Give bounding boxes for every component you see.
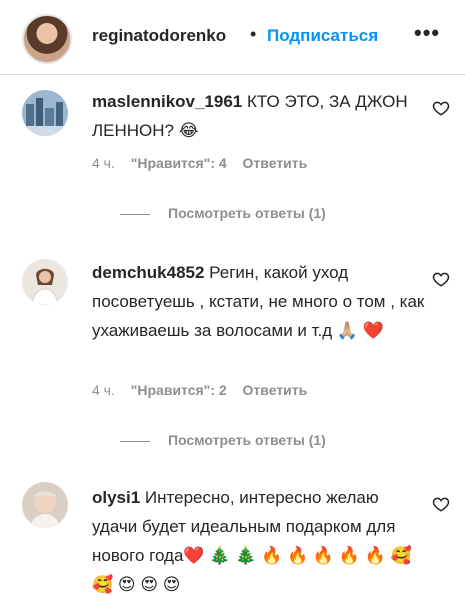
comment-item: demchuk4852 Регин, какой уход посоветуеш… xyxy=(0,255,465,455)
author-username[interactable]: reginatodorenko xyxy=(92,26,226,46)
post-header: reginatodorenko • Подписаться ••• xyxy=(0,0,465,75)
comment-likes[interactable]: "Нравится": 4 xyxy=(131,155,227,171)
like-heart-icon[interactable] xyxy=(432,270,450,288)
comment-username[interactable]: maslennikov_1961 xyxy=(92,92,242,111)
view-replies-button[interactable]: Посмотреть ответы (1) xyxy=(120,432,326,448)
comment-text: maslennikov_1961 КТО ЭТО, ЗА ДЖОН ЛЕННОН… xyxy=(92,87,422,145)
city-photo-icon xyxy=(22,90,68,136)
like-heart-icon[interactable] xyxy=(432,99,450,117)
header-separator: • xyxy=(250,24,257,44)
author-avatar[interactable] xyxy=(22,14,72,64)
like-heart-icon[interactable] xyxy=(432,495,450,513)
commenter-avatar[interactable] xyxy=(22,482,68,528)
follow-button[interactable]: Подписаться xyxy=(267,26,378,46)
comment-text: olysi1 Интересно, интересно желаю удачи … xyxy=(92,483,412,599)
person-photo-icon xyxy=(22,259,68,305)
comment-time: 4 ч. xyxy=(92,155,115,171)
comment-username[interactable]: demchuk4852 xyxy=(92,263,204,282)
comment-item: maslennikov_1961 КТО ЭТО, ЗА ДЖОН ЛЕННОН… xyxy=(0,82,465,232)
baby-photo-icon xyxy=(22,482,68,528)
reply-button[interactable]: Ответить xyxy=(243,155,308,171)
commenter-avatar[interactable] xyxy=(22,90,68,136)
more-options-icon[interactable]: ••• xyxy=(414,20,440,46)
reply-button[interactable]: Ответить xyxy=(243,382,308,398)
comment-likes[interactable]: "Нравится": 2 xyxy=(131,382,227,398)
comment-message: Интересно, интересно желаю удачи будет и… xyxy=(92,488,412,594)
view-replies-label: Посмотреть ответы (1) xyxy=(168,205,326,221)
commenter-avatar[interactable] xyxy=(22,259,68,305)
comment-meta: 4 ч. "Нравится": 4 Ответить xyxy=(92,155,319,171)
comment-meta: 4 ч. "Нравится": 2 Ответить xyxy=(92,382,319,398)
comment-text: demchuk4852 Регин, какой уход посоветуеш… xyxy=(92,258,427,345)
comment-time: 4 ч. xyxy=(92,382,115,398)
view-replies-button[interactable]: Посмотреть ответы (1) xyxy=(120,205,326,221)
comment-item: olysi1 Интересно, интересно желаю удачи … xyxy=(0,480,465,600)
replies-divider xyxy=(120,213,150,215)
replies-divider xyxy=(120,440,150,442)
comment-username[interactable]: olysi1 xyxy=(92,488,140,507)
view-replies-label: Посмотреть ответы (1) xyxy=(168,432,326,448)
